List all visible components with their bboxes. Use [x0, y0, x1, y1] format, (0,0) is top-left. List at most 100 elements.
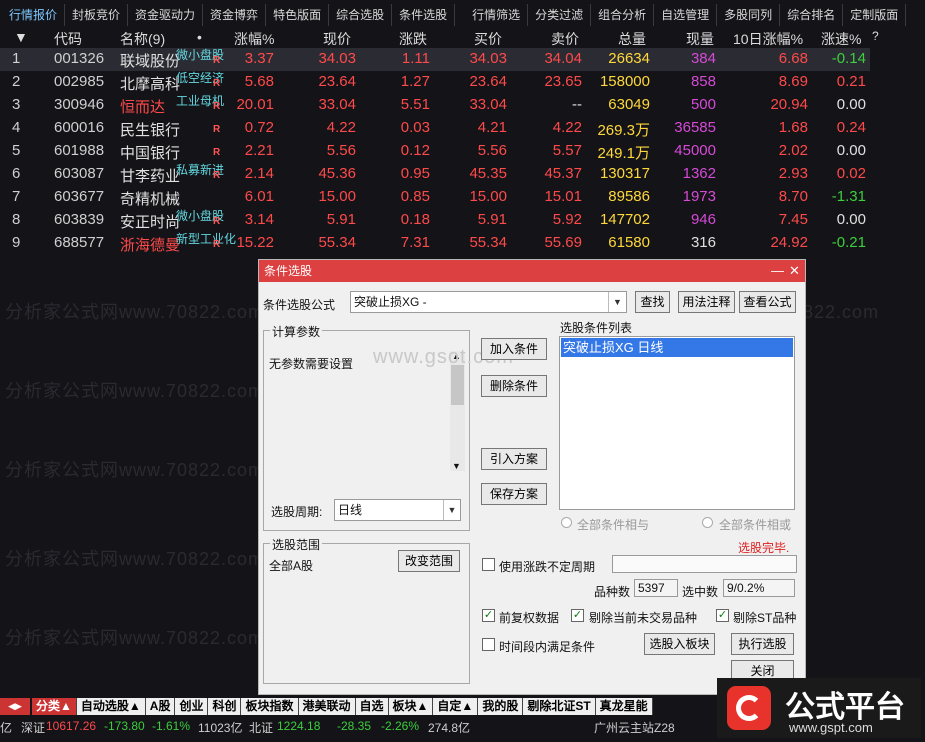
bottom-tab[interactable]: 港美联动	[298, 698, 356, 715]
col-name[interactable]: 名称(9)	[120, 29, 165, 49]
radio-and[interactable]	[561, 517, 572, 528]
formula-select[interactable]: 突破止损XG - ▼	[350, 291, 627, 313]
import-plan-button[interactable]: 引入方案	[481, 448, 547, 470]
bottom-tab[interactable]: 科创	[208, 698, 242, 715]
formula-label: 条件选股公式	[263, 298, 336, 312]
params-scroll-thumb[interactable]	[451, 365, 464, 405]
bz-amount: 274.8亿	[428, 721, 471, 735]
add-condition-button[interactable]: 加入条件	[481, 338, 547, 360]
params-scrollbar[interactable]: ▲ ▼	[450, 351, 465, 471]
delete-condition-button[interactable]: 删除条件	[481, 375, 547, 397]
col-bid[interactable]: 买价	[474, 29, 502, 49]
period-select[interactable]: 日线 ▼	[334, 499, 461, 521]
col-pct[interactable]: 涨幅%	[234, 29, 274, 49]
col-vol[interactable]: 总量	[618, 29, 646, 49]
bottom-tab[interactable]: A股	[145, 698, 176, 715]
cell-cur: 858	[690, 73, 716, 90]
exclude-st-checkbox[interactable]: ✓	[716, 609, 729, 622]
use-period-checkbox[interactable]	[482, 558, 495, 571]
table-row[interactable]: 8 603839 安正时尚 微小盘股 R 3.14 5.91 0.18 5.91 5.92 1477…	[0, 209, 870, 232]
save-plan-button[interactable]: 保存方案	[481, 483, 547, 505]
tab-scroll-arrows-icon[interactable]: ◀▶	[0, 698, 30, 715]
bottom-tab[interactable]: 分类▲	[32, 698, 77, 715]
exclude-untraded-checkbox[interactable]: ✓	[571, 609, 584, 622]
table-row[interactable]: 2 002985 北摩高科 低空经济 R 5.68 23.64 1.27 23.64 23.65 1…	[0, 71, 870, 94]
chevron-down-icon[interactable]: ▼	[443, 500, 460, 520]
cell-vol: 61580	[608, 234, 650, 251]
table-row[interactable]: 4 600016 民生银行 R 0.72 4.22 0.03 4.21 4.22 269.3万 36…	[0, 117, 870, 140]
condition-list[interactable]: 突破止损XG 日线	[559, 336, 795, 510]
menu-tab[interactable]: 组合分析	[591, 4, 655, 26]
cell-chg: 0.18	[400, 211, 430, 228]
col-ask[interactable]: 卖价	[551, 29, 579, 49]
view-formula-button[interactable]: 查看公式	[739, 291, 796, 313]
cell-price: 15.00	[318, 188, 356, 205]
menu-tab[interactable]: 综合排名	[780, 4, 844, 26]
menu-tab[interactable]: 行情筛选	[465, 4, 529, 26]
menu-tab[interactable]: 条件选股	[392, 4, 456, 26]
bottom-tab[interactable]: 板块指数	[241, 698, 299, 715]
menu-tab[interactable]: 封板竞价	[65, 4, 129, 26]
table-row[interactable]: 5 601988 中国银行 R 2.21 5.56 0.12 5.56 5.57 249.1万 45…	[0, 140, 870, 163]
menu-tab[interactable]: 定制版面	[843, 4, 907, 26]
cell-speed: 0.02	[836, 165, 866, 182]
sort-arrow-icon[interactable]: ▼	[14, 29, 28, 45]
col-pct10[interactable]: 10日涨幅%	[733, 29, 803, 49]
cell-cur: 1362	[682, 165, 716, 182]
table-row[interactable]: 6 603087 甘李药业 私募新进 R 2.14 45.36 0.95 45.35 45.37 1…	[0, 163, 870, 186]
cell-pct10: 2.93	[778, 165, 808, 182]
chevron-down-icon[interactable]: ▼	[452, 461, 461, 471]
chevron-down-icon[interactable]: ▼	[608, 292, 626, 312]
table-row[interactable]: 9 688577 浙海德曼 新型工业化 R 15.22 55.34 7.31 55.34 55.6…	[0, 232, 870, 255]
add-to-block-button[interactable]: 选股入板块	[644, 633, 715, 655]
bottom-tab[interactable]: 自动选股▲	[76, 698, 146, 715]
close-icon[interactable]: ✕	[789, 263, 800, 279]
table-row[interactable]: 7 603677 奇精机械 6.01 15.00 0.85 15.00 15.01 89586 1…	[0, 186, 870, 209]
bottom-tab[interactable]: 我的股	[478, 698, 524, 715]
table-row[interactable]: 1 001326 联域股份 微小盘股 R 3.37 34.03 1.11 34.03 34.04 2…	[0, 48, 870, 71]
execute-select-button[interactable]: 执行选股	[731, 633, 794, 655]
cell-speed: -0.21	[831, 234, 866, 251]
forward-adjust-checkbox[interactable]: ✓	[482, 609, 495, 622]
cell-chg: 7.31	[400, 234, 430, 251]
bottom-tab[interactable]: 剔除北证ST	[523, 698, 596, 715]
bottom-tab[interactable]: 自定▲	[433, 698, 479, 715]
time-range-checkbox[interactable]	[482, 638, 495, 651]
col-price[interactable]: 现价	[323, 29, 351, 49]
change-range-button[interactable]: 改变范围	[398, 550, 460, 572]
bottom-tab[interactable]: 板块▲	[388, 698, 434, 715]
menu-tab[interactable]: 综合选股	[329, 4, 393, 26]
col-cur[interactable]: 现量	[686, 29, 714, 49]
bottom-tab[interactable]: 真龙星能	[595, 698, 653, 715]
period-range-field[interactable]	[612, 555, 797, 573]
condition-list-item[interactable]: 突破止损XG 日线	[561, 338, 793, 357]
menu-tab[interactable]: 分类过滤	[528, 4, 592, 26]
cell-ask: 15.01	[544, 188, 582, 205]
col-speed[interactable]: 涨速%	[821, 29, 861, 49]
cell-vol: 89586	[608, 188, 650, 205]
cell-pct10: 8.70	[778, 188, 808, 205]
table-row[interactable]: 3 300946 恒而达 工业母机 R 20.01 33.04 5.51 33.04 -- 6304…	[0, 94, 870, 117]
menu-tab[interactable]: 资金驱动力	[128, 4, 204, 26]
cell-idx: 2	[12, 73, 21, 90]
menu-tab[interactable]: 行情报价	[2, 4, 66, 26]
usage-notes-button[interactable]: 用法注释	[678, 291, 735, 313]
count-value: 5397	[634, 579, 678, 597]
cell-price: 33.04	[318, 96, 356, 113]
find-button[interactable]: 查找	[635, 291, 670, 313]
menu-tab[interactable]: 多股同列	[717, 4, 781, 26]
menu-tab[interactable]: 自选管理	[654, 4, 718, 26]
bottom-tab[interactable]: 创业	[175, 698, 209, 715]
logo-overlay: 公式平台 www.gspt.com	[717, 678, 921, 738]
radio-or[interactable]	[702, 517, 713, 528]
minimize-icon[interactable]: —	[771, 263, 784, 278]
watermark: 分析家公式网www.70822.com	[5, 628, 265, 648]
col-help[interactable]: ?	[872, 29, 879, 43]
col-code[interactable]: 代码	[54, 29, 82, 49]
menu-tab[interactable]: 特色版面	[266, 4, 330, 26]
col-chg[interactable]: 涨跌	[399, 29, 427, 49]
menu-tab[interactable]: 资金博弈	[203, 4, 267, 26]
cell-price: 45.36	[318, 165, 356, 182]
cell-chg: 0.12	[400, 142, 430, 159]
bottom-tab[interactable]: 自选	[355, 698, 389, 715]
